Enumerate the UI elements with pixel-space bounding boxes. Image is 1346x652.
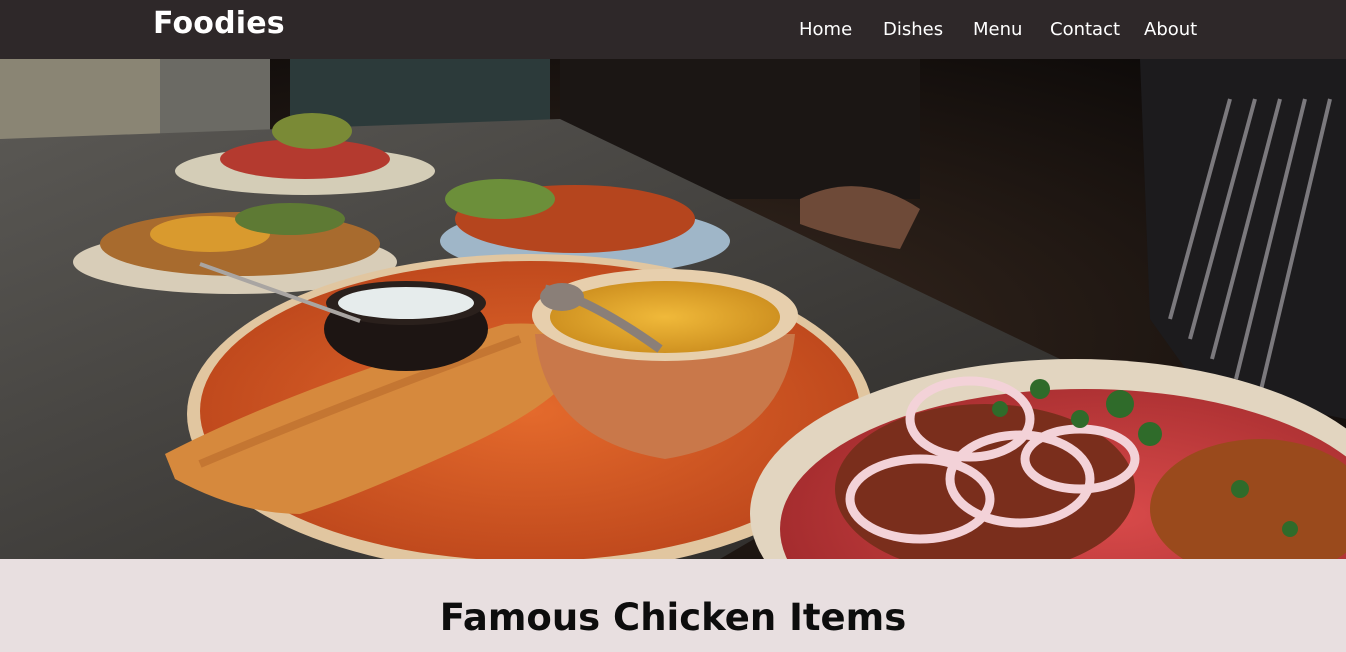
nav-home[interactable]: Home [799, 19, 852, 40]
nav-dishes[interactable]: Dishes [883, 19, 943, 40]
famous-chicken-section: Famous Chicken Items [0, 559, 1346, 652]
nav-menu[interactable]: Menu [973, 19, 1022, 40]
hero-image [0, 59, 1346, 559]
navbar: Foodies Home Dishes Menu Contact About [0, 0, 1346, 59]
nav-about[interactable]: About [1144, 19, 1197, 40]
nav-contact[interactable]: Contact [1050, 19, 1120, 40]
section-title: Famous Chicken Items [439, 596, 907, 639]
food-photo-icon [0, 59, 1346, 559]
brand-logo[interactable]: Foodies [153, 6, 285, 41]
